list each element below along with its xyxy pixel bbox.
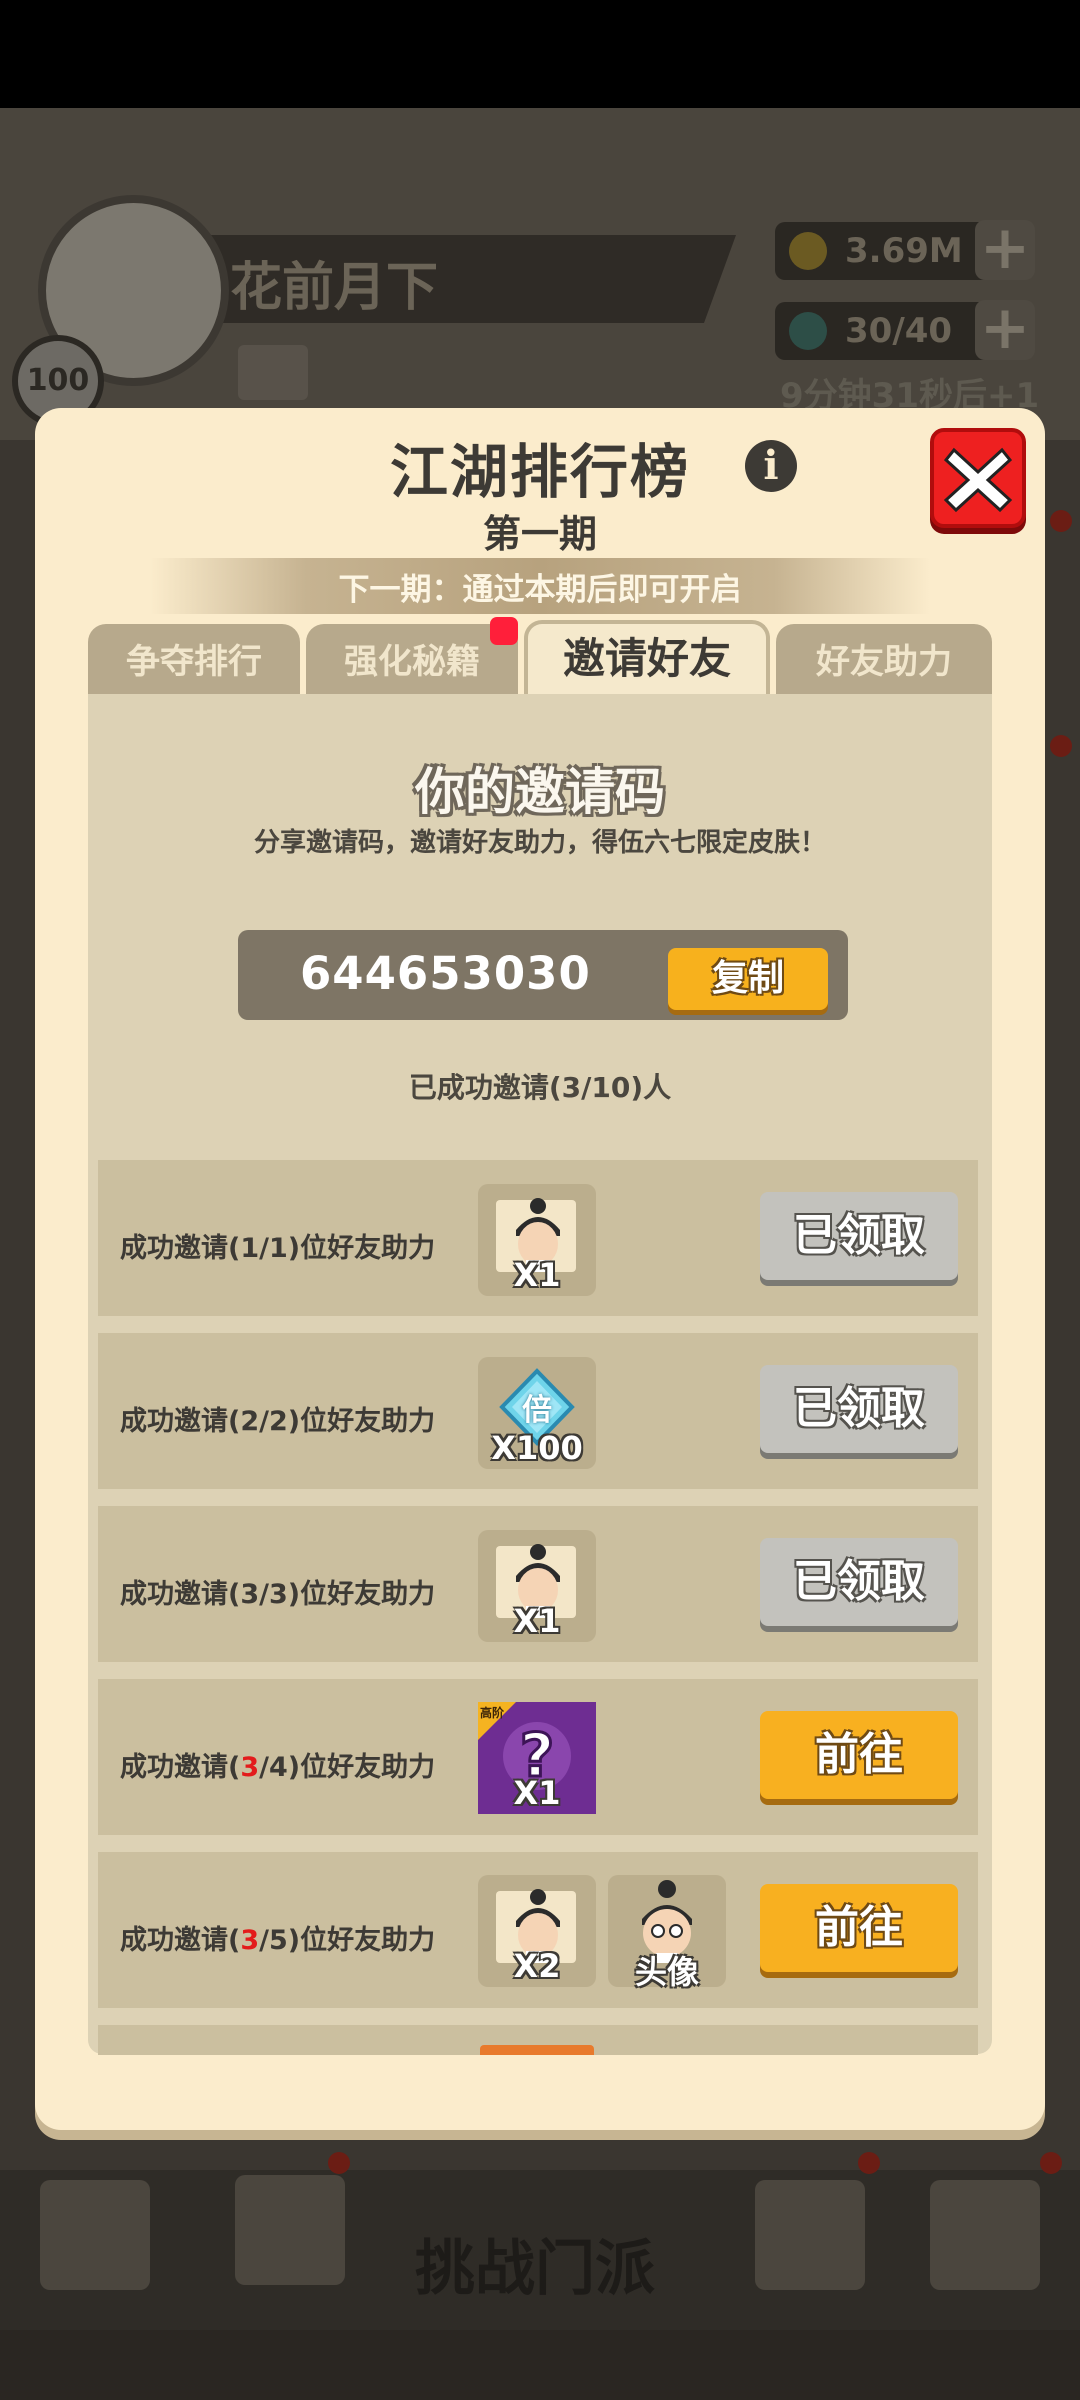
- invite-description: 分享邀请码，邀请好友助力，得伍六七限定皮肤！: [253, 828, 826, 858]
- reward-row-label: 成功邀请(3/5)位好友助力: [120, 1925, 436, 1956]
- reward-count: X1: [513, 1774, 561, 1812]
- helmet-icon[interactable]: [755, 2180, 865, 2290]
- reward-count: X100: [491, 1429, 583, 1467]
- claimed-button[interactable]: 已领取: [760, 1192, 958, 1280]
- invited-count: 已成功邀请(3/10)人: [408, 1071, 672, 1104]
- coin-icon: [789, 232, 827, 270]
- copy-button[interactable]: 复制: [668, 948, 828, 1010]
- side-notification-dot: [1050, 735, 1072, 757]
- add-energy-button[interactable]: +: [975, 298, 1035, 360]
- tier-badge: 高阶: [480, 1706, 505, 1720]
- energy-icon: [789, 312, 827, 350]
- reward-row-label: 成功邀请(2/2)位好友助力: [120, 1406, 436, 1437]
- tab-friend-assist[interactable]: 好友助力: [776, 624, 992, 696]
- avatar-portrait-icon[interactable]: 头像: [608, 1875, 726, 1991]
- go-button[interactable]: 前往: [760, 1711, 958, 1799]
- tab-invite-friends[interactable]: 邀请好友: [524, 620, 770, 698]
- claimed-button[interactable]: 已领取: [760, 1365, 958, 1453]
- info-icon[interactable]: i: [745, 440, 797, 492]
- nav-notification-dot: [328, 2152, 350, 2174]
- diamond-glyph: 倍: [522, 1393, 552, 1428]
- reward-row-label: 成功邀请(3/3)位好友助力: [120, 1579, 436, 1610]
- coin-value: 3.69M: [845, 231, 963, 271]
- nav-notification-dot: [858, 2152, 880, 2174]
- notice-text: 下一期：通过本期后即可开启: [338, 572, 742, 608]
- nav-notification-dot: [1040, 2152, 1062, 2174]
- practice-book-icon[interactable]: [235, 2175, 345, 2285]
- reward-count: X1: [513, 1602, 561, 1640]
- coin-counter: 3.69M: [775, 222, 1005, 280]
- season-label: 第一期: [482, 512, 597, 556]
- reward-icon-partial: [480, 2045, 594, 2055]
- reward-count: X2: [513, 1947, 561, 1985]
- character-portrait-icon[interactable]: X2: [478, 1875, 596, 1987]
- add-coins-button[interactable]: +: [975, 218, 1035, 280]
- player-name: 花前月下: [230, 258, 439, 318]
- go-button[interactable]: 前往: [760, 1884, 958, 1972]
- reward-row-label: 成功邀请(3/4)位好友助力: [120, 1752, 436, 1783]
- tab-rank-competition[interactable]: 争夺排行: [88, 624, 300, 696]
- gesture-bar: [0, 2330, 1080, 2400]
- multiplier-diamond-icon[interactable]: 倍 X100: [478, 1357, 596, 1469]
- mystery-question-icon[interactable]: ? 高阶 X1: [478, 1702, 596, 1814]
- modal-title: 江湖排行榜: [389, 438, 690, 506]
- tab-notification-dot: [490, 617, 518, 645]
- reward-label: 头像: [634, 1953, 699, 1991]
- energy-value: 30/40: [845, 311, 953, 351]
- status-bar: [0, 0, 1080, 108]
- claimed-button[interactable]: 已领取: [760, 1538, 958, 1626]
- mail-icon[interactable]: [238, 345, 308, 400]
- challenge-sect-button[interactable]: 挑战门派: [415, 2220, 655, 2307]
- character-portrait-icon[interactable]: X1: [478, 1530, 596, 1642]
- character-portrait-icon[interactable]: X1: [478, 1184, 596, 1296]
- task-icon[interactable]: [40, 2180, 150, 2290]
- invite-code-heading: 你的邀请码: [415, 763, 665, 821]
- energy-counter: 30/40: [775, 302, 1005, 360]
- reward-count: X1: [513, 1256, 561, 1294]
- invite-code: 644653030: [300, 947, 591, 1000]
- collect-icon[interactable]: [930, 2180, 1040, 2290]
- tab-enhance-manual[interactable]: 强化秘籍: [306, 624, 518, 696]
- reward-row-label: 成功邀请(1/1)位好友助力: [120, 1233, 436, 1264]
